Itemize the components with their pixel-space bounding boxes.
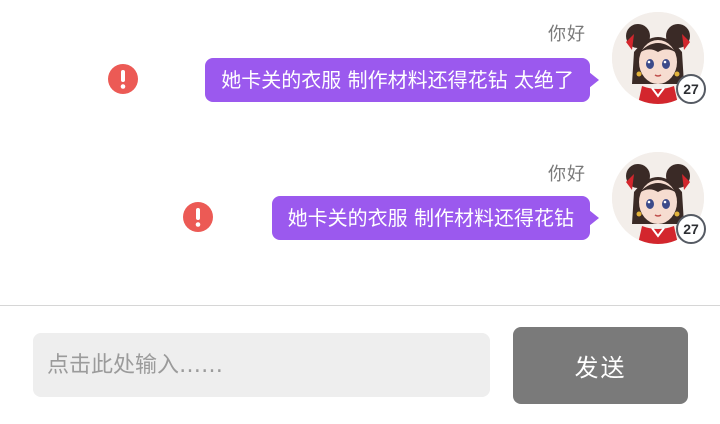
send-failed-icon[interactable] — [108, 64, 138, 94]
message-list[interactable]: 你好 她卡关的衣服 制作材料还得花钻 太绝了 27 你好 她卡关的衣服 制作材料… — [0, 0, 720, 305]
avatar-container[interactable]: 27 — [612, 12, 706, 104]
message-row: 你好 她卡关的衣服 制作材料还得花钻 太绝了 27 — [0, 0, 720, 140]
message-row: 你好 她卡关的衣服 制作材料还得花钻 27 — [0, 140, 720, 280]
avatar-container[interactable]: 27 — [612, 152, 706, 244]
composer-bar: 发送 — [0, 306, 720, 424]
level-badge: 27 — [676, 74, 706, 104]
message-bubble[interactable]: 她卡关的衣服 制作材料还得花钻 — [271, 196, 600, 240]
message-bubble[interactable]: 她卡关的衣服 制作材料还得花钻 太绝了 — [205, 58, 599, 102]
message-input[interactable] — [33, 333, 490, 397]
sender-name: 你好 — [548, 24, 586, 45]
send-button[interactable]: 发送 — [513, 327, 688, 404]
level-badge: 27 — [676, 214, 706, 244]
chat-screen: 你好 她卡关的衣服 制作材料还得花钻 太绝了 27 你好 她卡关的衣服 制作材料… — [0, 0, 720, 424]
sender-name: 你好 — [548, 164, 586, 185]
send-failed-icon[interactable] — [183, 202, 213, 232]
